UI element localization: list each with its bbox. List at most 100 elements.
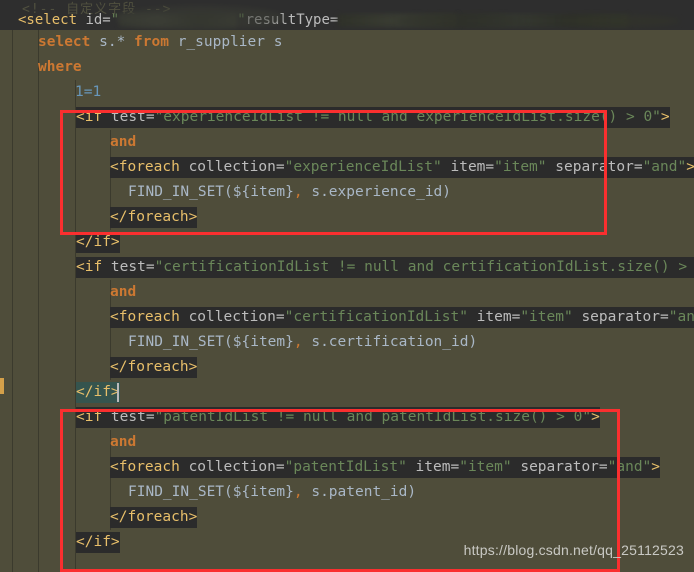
line-foreach-certification-close-highlight: </foreach> bbox=[110, 357, 198, 378]
line-if-certification-close-token-0: </if> bbox=[76, 384, 120, 400]
line-and-2-token-0: and bbox=[110, 284, 137, 300]
line-if-patent-open[interactable]: <if test="patentIdList != null and paten… bbox=[0, 405, 694, 430]
line-if-experience-open-text: <if test="experienceIdList != null and e… bbox=[76, 105, 670, 130]
line-select-from-token-3: r_supplier s bbox=[177, 34, 283, 50]
line-foreach-certification-open-token-4: "item" bbox=[520, 309, 573, 325]
line-and-1-text: and bbox=[110, 130, 136, 155]
line-foreach-patent-open-token-2: "patentIdList" bbox=[284, 459, 407, 475]
line-foreach-experience-open-highlight: <foreach collection="experienceIdList" i… bbox=[110, 157, 694, 178]
line-foreach-experience-close[interactable]: </foreach> bbox=[0, 205, 694, 230]
blur-blob-3 bbox=[560, 15, 680, 27]
line-foreach-experience-open-token-2: "experienceIdList" bbox=[284, 159, 442, 175]
code-line-list[interactable]: select s.* from r_supplier s where 1=1 <if … bbox=[0, 30, 694, 555]
line-select-from-text: select s.* from r_supplier s bbox=[38, 30, 282, 55]
line-find-in-set-certification-text: FIND_IN_SET(${item}, s.certification_id) bbox=[128, 330, 477, 355]
line-find-in-set-patent-text: FIND_IN_SET(${item}, s.patent_id) bbox=[128, 480, 416, 505]
line-if-patent-open-text: <if test="patentIdList != null and paten… bbox=[76, 405, 600, 430]
line-if-experience-close[interactable]: </if> bbox=[0, 230, 694, 255]
line-if-patent-open-token-3: > bbox=[591, 409, 600, 425]
line-and-1-token-0: and bbox=[110, 134, 137, 150]
line-foreach-experience-open-token-3: item= bbox=[441, 159, 495, 175]
line-foreach-certification-open-token-1: collection= bbox=[188, 309, 285, 325]
line-and-1[interactable]: and bbox=[0, 130, 694, 155]
line-find-in-set-experience[interactable]: FIND_IN_SET(${item}, s.experience_id) bbox=[0, 180, 694, 205]
line-foreach-experience-open[interactable]: <foreach collection="experienceIdList" i… bbox=[0, 155, 694, 180]
line-foreach-certification-open-highlight: <foreach collection="certificationIdList… bbox=[110, 307, 694, 328]
line-find-in-set-certification-token-2: s.certification_id) bbox=[302, 334, 478, 350]
blur-blob-2 bbox=[395, 14, 525, 28]
line-foreach-experience-open-token-5: separator= bbox=[546, 159, 643, 175]
blur-blob-1 bbox=[115, 6, 285, 30]
line-foreach-patent-close[interactable]: </foreach> bbox=[0, 505, 694, 530]
line-and-2[interactable]: and bbox=[0, 280, 694, 305]
line-if-experience-open-token-2: "experienceIdList != null and experience… bbox=[154, 109, 661, 125]
line-select-from[interactable]: select s.* from r_supplier s bbox=[0, 30, 694, 55]
line-if-patent-open-token-0: <if bbox=[76, 409, 111, 425]
line-if-certification-open-token-0: <if bbox=[76, 259, 111, 275]
line-where-text: where bbox=[38, 55, 82, 80]
line-foreach-patent-open[interactable]: <foreach collection="patentIdList" item=… bbox=[0, 455, 694, 480]
line-if-certification-open[interactable]: <if test="certificationIdList != null an… bbox=[0, 255, 694, 280]
line-foreach-patent-open-token-7: > bbox=[651, 459, 661, 475]
line-if-certification-open-highlight: <if test="certificationIdList != null an… bbox=[76, 257, 694, 278]
line-foreach-certification-open-token-5: separator= bbox=[572, 309, 669, 325]
line-foreach-certification-close-text: </foreach> bbox=[110, 355, 198, 380]
line-if-experience-close-highlight: </if> bbox=[76, 232, 120, 253]
line-1eq1-text: 1=1 bbox=[75, 80, 101, 105]
line-if-experience-open[interactable]: <if test="experienceIdList != null and e… bbox=[0, 105, 694, 130]
line-foreach-certification-open-text: <foreach collection="certificationIdList… bbox=[110, 305, 694, 330]
line-if-experience-open-token-0: <if bbox=[76, 109, 111, 125]
line-and-3-text: and bbox=[110, 430, 136, 455]
line-foreach-experience-open-token-1: collection= bbox=[188, 159, 285, 175]
line-1eq1[interactable]: 1=1 bbox=[0, 80, 694, 105]
line-where[interactable]: where bbox=[0, 55, 694, 80]
line-find-in-set-experience-text: FIND_IN_SET(${item}, s.experience_id) bbox=[128, 180, 451, 205]
select-tag-line: <select id=""resultType= bbox=[18, 11, 629, 29]
line-foreach-certification-open[interactable]: <foreach collection="certificationIdList… bbox=[0, 305, 694, 330]
line-if-experience-open-token-3: > bbox=[660, 109, 670, 125]
line-find-in-set-certification-token-0: FIND_IN_SET(${item} bbox=[128, 334, 294, 350]
line-and-3[interactable]: and bbox=[0, 430, 694, 455]
line-foreach-patent-open-token-5: separator= bbox=[511, 459, 608, 475]
line-and-3-token-0: and bbox=[110, 434, 137, 450]
line-select-from-token-0: select bbox=[38, 34, 100, 50]
line-if-experience-open-token-1: test= bbox=[110, 109, 155, 125]
line-where-token-0: where bbox=[38, 59, 82, 75]
line-if-certification-close-text: </if> bbox=[76, 380, 120, 405]
line-foreach-patent-open-token-0: <foreach bbox=[110, 459, 189, 475]
line-if-certification-open-token-1: test= bbox=[110, 259, 155, 275]
select-id-attr-label: id= bbox=[85, 12, 111, 28]
select-tag-open: <select bbox=[18, 12, 78, 28]
line-foreach-patent-open-token-3: item= bbox=[406, 459, 460, 475]
line-find-in-set-certification-token-1: , bbox=[293, 334, 303, 350]
line-find-in-set-certification[interactable]: FIND_IN_SET(${item}, s.certification_id) bbox=[0, 330, 694, 355]
line-foreach-experience-open-text: <foreach collection="experienceIdList" i… bbox=[110, 155, 694, 180]
line-if-experience-close-token-0: </if> bbox=[76, 234, 120, 250]
line-find-in-set-patent-token-2: s.patent_id) bbox=[302, 484, 417, 500]
obscured-header-band: <!-- 自定义字段 --> <select id=""resultType= bbox=[0, 0, 694, 30]
line-if-patent-close-token-0: </if> bbox=[76, 534, 120, 550]
line-select-from-token-2: from bbox=[134, 34, 178, 50]
line-foreach-certification-close-token-0: </foreach> bbox=[110, 359, 198, 375]
line-find-in-set-experience-token-0: FIND_IN_SET(${item} bbox=[128, 184, 294, 200]
line-if-certification-close[interactable]: </if> bbox=[0, 380, 694, 405]
line-find-in-set-experience-token-1: , bbox=[293, 184, 303, 200]
text-caret bbox=[117, 383, 119, 402]
line-if-certification-open-token-2: "certificationIdList != null and certifi… bbox=[154, 259, 694, 275]
line-select-from-token-1: s.* bbox=[99, 34, 135, 50]
line-foreach-certification-open-token-2: "certificationIdList" bbox=[284, 309, 468, 325]
line-foreach-patent-open-token-4: "item" bbox=[459, 459, 512, 475]
line-foreach-certification-close[interactable]: </foreach> bbox=[0, 355, 694, 380]
line-foreach-experience-close-text: </foreach> bbox=[110, 205, 198, 230]
line-foreach-certification-open-token-0: <foreach bbox=[110, 309, 189, 325]
line-if-patent-close-highlight: </if> bbox=[76, 532, 120, 553]
line-foreach-experience-open-token-6: "and" bbox=[642, 159, 687, 175]
watermark-url: https://blog.csdn.net/qq_25112523 bbox=[463, 542, 684, 558]
line-if-patent-open-token-1: test= bbox=[110, 409, 155, 425]
line-if-certification-close-highlight: </if> bbox=[76, 382, 120, 403]
line-foreach-patent-close-text: </foreach> bbox=[110, 505, 198, 530]
line-find-in-set-patent[interactable]: FIND_IN_SET(${item}, s.patent_id) bbox=[0, 480, 694, 505]
code-editor[interactable]: <!-- 自定义字段 --> <select id=""resultType= … bbox=[0, 0, 694, 572]
line-if-certification-open-text: <if test="certificationIdList != null an… bbox=[76, 255, 694, 280]
line-if-patent-open-highlight: <if test="patentIdList != null and paten… bbox=[76, 407, 600, 428]
